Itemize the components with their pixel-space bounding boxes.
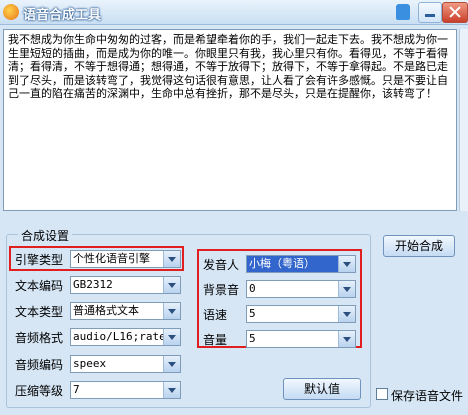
speaker-value: 小梅（粤语）	[249, 257, 315, 270]
compression-value: 7	[73, 383, 80, 396]
text-scrollbar[interactable]	[459, 29, 468, 211]
app-logo-icon	[3, 4, 19, 20]
chevron-down-icon[interactable]	[338, 256, 355, 272]
engine-value: 个性化语音引擎	[73, 252, 150, 265]
chevron-down-icon[interactable]	[163, 303, 180, 319]
chevron-down-icon[interactable]	[163, 356, 180, 372]
chevron-down-icon[interactable]	[338, 331, 355, 347]
volume-value: 5	[249, 332, 256, 345]
audio-encoding-select[interactable]: speex	[70, 355, 181, 373]
compression-select[interactable]: 7	[70, 381, 181, 399]
text-encoding-label: 文本编码	[15, 279, 64, 293]
settings-legend: 合成设置	[18, 227, 73, 244]
speaker-select[interactable]: 小梅（粤语）	[246, 255, 356, 273]
speaker-label: 发音人	[203, 258, 240, 272]
engine-label: 引擎类型	[15, 253, 64, 267]
audio-format-select[interactable]: audio/L16;rate=16000	[70, 328, 181, 346]
chevron-down-icon[interactable]	[163, 251, 180, 267]
speed-label: 语速	[203, 308, 228, 322]
text-type-value: 普通格式文本	[73, 304, 139, 317]
title-bar: 语音合成工具	[0, 0, 468, 25]
background-sound-value: 0	[249, 282, 256, 295]
close-button[interactable]	[442, 2, 468, 23]
text-encoding-select[interactable]: GB2312	[70, 276, 181, 294]
text-input-area[interactable]: 我不想成为你生命中匆匆的过客，而是希望牵着你的手，我们一起走下去。我不想成为你一…	[3, 29, 457, 211]
chevron-down-icon[interactable]	[163, 329, 180, 345]
minimize-button[interactable]	[418, 2, 442, 23]
text-encoding-value: GB2312	[73, 278, 113, 291]
speed-select[interactable]: 5	[246, 305, 356, 323]
background-sound-label: 背景音	[203, 283, 240, 297]
compression-label: 压缩等级	[15, 384, 64, 398]
engine-select[interactable]: 个性化语音引擎	[70, 250, 181, 268]
audio-format-label: 音频格式	[15, 331, 64, 345]
chevron-down-icon[interactable]	[163, 382, 180, 398]
save-audio-checkbox[interactable]	[376, 388, 388, 400]
text-type-label: 文本类型	[15, 305, 64, 319]
audio-encoding-value: speex	[73, 357, 107, 370]
window-title: 语音合成工具	[23, 8, 102, 23]
default-button[interactable]: 默认值	[283, 378, 361, 400]
volume-label: 音量	[203, 333, 228, 347]
save-audio-label: 保存语音文件	[391, 389, 464, 403]
background-sound-select[interactable]: 0	[246, 280, 356, 298]
audio-encoding-label: 音频编码	[15, 358, 64, 372]
speed-value: 5	[249, 307, 256, 320]
text-type-select[interactable]: 普通格式文本	[70, 302, 181, 320]
chevron-down-icon[interactable]	[163, 277, 180, 293]
volume-select[interactable]: 5	[246, 330, 356, 348]
chevron-down-icon[interactable]	[338, 281, 355, 297]
skin-icon[interactable]	[396, 4, 410, 20]
chevron-down-icon[interactable]	[338, 306, 355, 322]
start-synthesis-button[interactable]: 开始合成	[383, 235, 455, 257]
